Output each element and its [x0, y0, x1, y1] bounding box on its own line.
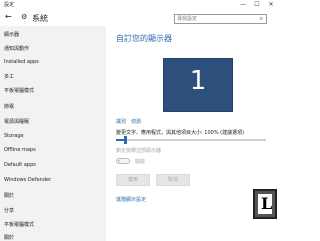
sidebar-item-tablet-mode-2[interactable]: 平板電腦模式 — [4, 221, 34, 228]
scale-label: 變更文字、應用程式，與其他項目大小: 100% (建議選項) — [116, 130, 245, 136]
watermark-logo: L — [253, 189, 277, 219]
sidebar-item-display[interactable]: 顯示器 — [4, 31, 19, 38]
sidebar: 顯示器 通知與動作 Installed apps 多工 平板電腦模式 節電 電源… — [0, 26, 106, 241]
search-box[interactable]: ⌕ — [174, 14, 267, 24]
advanced-display-settings-link[interactable]: 進階顯示設定 — [116, 196, 146, 203]
search-input[interactable] — [177, 15, 251, 23]
watermark-letter: L — [261, 194, 273, 213]
apply-button[interactable]: 套用 — [116, 174, 150, 186]
sidebar-item-notifications[interactable]: 通知與動作 — [4, 45, 29, 52]
window-title: 設定 — [4, 2, 15, 8]
minimize-icon[interactable]: — — [236, 0, 250, 10]
sidebar-item-about[interactable]: 關於 — [4, 192, 14, 199]
sidebar-item-multitasking[interactable]: 多工 — [4, 73, 14, 80]
sidebar-item-battery-saver[interactable]: 節電 — [4, 103, 14, 110]
title-bar: 設定 — ☐ ✕ — [0, 0, 280, 10]
display-preview[interactable]: 1 — [163, 58, 233, 112]
back-arrow-icon[interactable]: ← — [5, 12, 12, 21]
search-icon[interactable]: ⌕ — [260, 15, 263, 23]
rotation-lock-toggle[interactable] — [116, 158, 130, 164]
sidebar-item-power-sleep[interactable]: 電源與睡眠 — [4, 118, 29, 125]
toggle-state-label: 開啟 — [135, 159, 146, 165]
close-icon[interactable]: ✕ — [264, 0, 278, 10]
toggle-knob — [118, 160, 120, 162]
section-title: 自訂您的顯示器 — [116, 34, 172, 43]
cancel-button[interactable]: 取消 — [156, 174, 190, 186]
window-controls: — ☐ ✕ — [236, 0, 278, 10]
page-title: 系統 — [32, 14, 48, 23]
sidebar-item-storage[interactable]: Storage — [4, 133, 24, 139]
detect-link[interactable]: 偵測 — [131, 118, 141, 125]
sidebar-item-offline-maps[interactable]: Offline maps — [4, 147, 36, 153]
watermark-logo-inner: L — [258, 194, 272, 214]
header: ← ⚙ 系統 ⌕ — [0, 10, 280, 26]
sidebar-item-installed-apps[interactable]: Installed apps — [4, 59, 39, 65]
sidebar-item-tablet-mode[interactable]: 平板電腦模式 — [4, 87, 34, 94]
rotation-lock-label: 鎖定旋轉這部顯示器 — [116, 148, 162, 154]
sidebar-item-about-2[interactable]: 關於 — [4, 234, 14, 241]
gear-icon: ⚙ — [21, 13, 28, 21]
sidebar-item-default-apps[interactable]: Default apps — [4, 162, 36, 168]
scale-slider-thumb[interactable] — [124, 136, 127, 144]
scale-slider[interactable] — [116, 136, 266, 144]
maximize-icon[interactable]: ☐ — [250, 0, 264, 10]
sidebar-item-share[interactable]: 分享 — [4, 207, 14, 214]
monitor-number: 1 — [189, 66, 207, 96]
sidebar-item-windows-defender[interactable]: Windows Defender — [4, 177, 51, 183]
identify-link[interactable]: 識別 — [116, 118, 126, 125]
